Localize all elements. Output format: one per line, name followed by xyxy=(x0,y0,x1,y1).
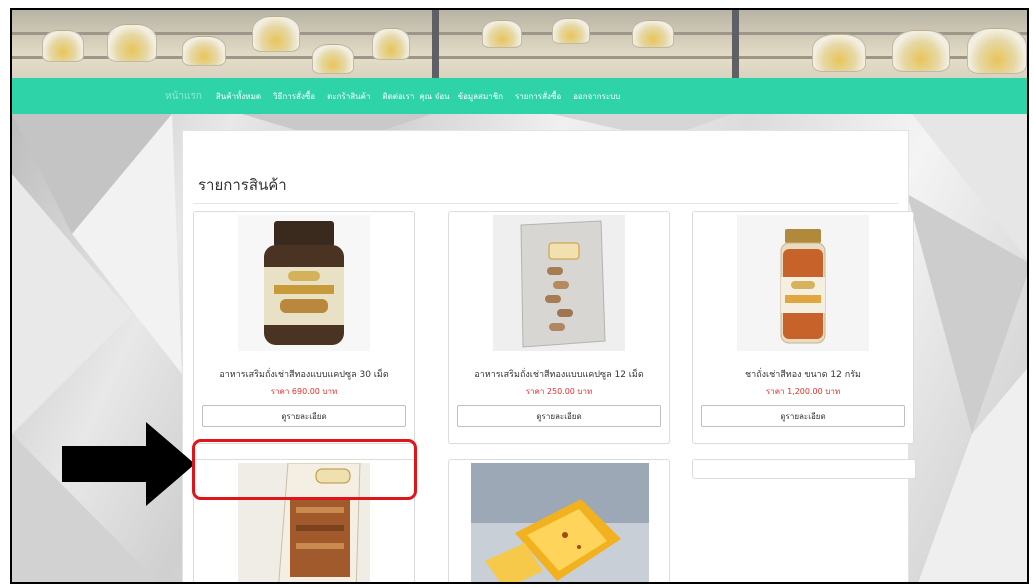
nav-item-orders[interactable]: รายการสั่งซื้อ xyxy=(515,90,561,103)
product-name: อาหารเสริมถั่งเช่าสีทองแบบแคปซูล 12 เม็ด xyxy=(474,370,644,380)
nav-item-contact[interactable]: ติดต่อเรา xyxy=(382,90,414,103)
product-card xyxy=(448,459,670,582)
nav-item-how-to-order[interactable]: วิธีการสั่งซื้อ xyxy=(273,90,315,103)
browser-viewport: หน้าแรก สินค้าทั้งหมด วิธีการสั่งซื้อ ตะ… xyxy=(10,8,1029,584)
product-card: ชาถั่งเช่าสีทอง ขนาด 12 กรัม ราคา 1,200.… xyxy=(692,211,914,444)
nav-item-home[interactable]: หน้าแรก xyxy=(165,89,202,104)
product-image[interactable] xyxy=(238,215,370,351)
product-price: ราคา 690.00 บาท xyxy=(270,387,338,396)
product-price: ราคา 1,200.00 บาท xyxy=(765,387,841,396)
product-price: ราคา 250.00 บาท xyxy=(525,387,593,396)
product-image[interactable] xyxy=(493,215,625,351)
product-name: อาหารเสริมถั่งเช่าสีทองแบบแคปซูล 30 เม็ด xyxy=(219,370,389,380)
product-card: อาหารเสริมถั่งเช่าสีทองแบบแคปซูล 12 เม็ด… xyxy=(448,211,670,444)
nav-item-cart[interactable]: ตะกร้าสินค้า xyxy=(327,90,370,103)
view-details-button[interactable]: ดูรายละเอียด xyxy=(701,405,905,427)
nav-item-user[interactable]: คุณ จ๋อน xyxy=(419,90,449,103)
nav-item-logout[interactable]: ออกจากระบบ xyxy=(573,90,620,103)
view-details-button[interactable]: ดูรายละเอียด xyxy=(457,405,661,427)
product-image[interactable] xyxy=(471,463,649,582)
view-details-button[interactable]: ดูรายละเอียด xyxy=(202,405,406,427)
right-arrow-icon xyxy=(62,422,195,506)
highlight-box xyxy=(192,439,417,500)
product-name: ชาถั่งเช่าสีทอง ขนาด 12 กรัม xyxy=(745,370,861,380)
product-card: อาหารเสริมถั่งเช่าสีทองแบบแคปซูล 30 เม็ด… xyxy=(193,211,415,444)
main-nav: หน้าแรก สินค้าทั้งหมด วิธีการสั่งซื้อ ตะ… xyxy=(12,78,1027,114)
page-title: รายการสินค้า xyxy=(198,176,287,194)
divider xyxy=(193,203,898,204)
header-banner xyxy=(12,10,1027,78)
product-card xyxy=(692,459,916,479)
nav-item-all-products[interactable]: สินค้าทั้งหมด xyxy=(216,90,261,103)
nav-item-member-info[interactable]: ข้อมูลสมาชิก xyxy=(458,90,503,103)
product-list-panel: รายการสินค้า อาหารเสริมถั่งเช่าสีทองแบบแ… xyxy=(182,130,916,582)
product-image[interactable] xyxy=(737,215,869,351)
